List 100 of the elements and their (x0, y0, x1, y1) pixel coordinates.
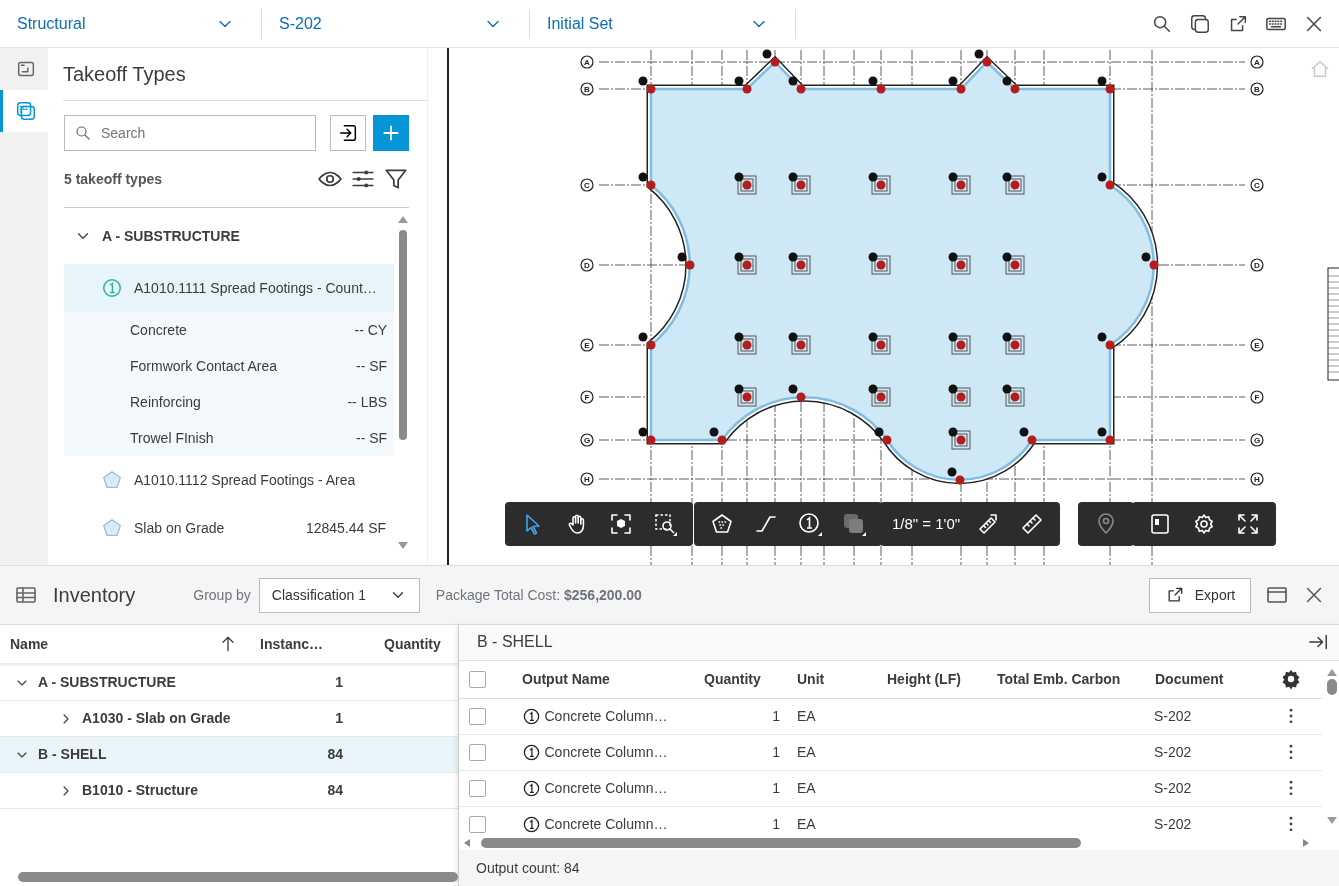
scroll-right-icon[interactable] (1302, 837, 1310, 848)
scroll-up-icon[interactable] (397, 214, 410, 224)
column-marker (788, 252, 811, 275)
scroll-thumb[interactable] (18, 872, 458, 882)
measurement-row[interactable]: Formwork Contact Area -- SF (64, 348, 395, 384)
takeoff-tab[interactable] (0, 90, 48, 132)
column-header[interactable]: Unit (786, 668, 876, 690)
checkbox[interactable] (469, 779, 486, 797)
zoom-area-icon[interactable] (653, 512, 677, 536)
layers-icon (14, 100, 37, 122)
grid-label: D (1250, 258, 1264, 272)
column-header[interactable]: Name (0, 633, 250, 655)
column-marker (734, 252, 757, 275)
boundary-marker (1002, 76, 1020, 94)
column-header[interactable]: Instanc… (250, 633, 350, 655)
add-button[interactable] (373, 115, 409, 151)
polygon-icon[interactable] (710, 512, 734, 536)
boundary-marker (638, 76, 656, 94)
layers-icon[interactable] (842, 512, 866, 536)
inventory-row[interactable]: B - SHELL 84 (0, 737, 458, 773)
scroll-thumb[interactable] (399, 230, 407, 440)
settings-icon[interactable] (1280, 668, 1302, 691)
scroll-thumb[interactable] (481, 837, 1081, 848)
group-by-select[interactable]: Classification 1 (258, 577, 420, 613)
column-marker (1002, 384, 1025, 407)
column-header[interactable]: Quantity (691, 668, 786, 690)
import-icon (337, 122, 359, 144)
grid-label: B (1250, 82, 1264, 96)
view-dropdown[interactable]: Structural (0, 8, 262, 39)
takeoff-item[interactable]: A1010.1111 Spread Footings - Count… (64, 264, 395, 312)
table-cell: 1 (772, 743, 780, 760)
column-marker (868, 384, 891, 407)
boundary-marker (1097, 172, 1115, 190)
scale-label[interactable]: 1/8" = 1'0" (886, 512, 967, 536)
column-marker (948, 384, 971, 407)
column-marker (1002, 172, 1025, 195)
search-field[interactable]: Search (64, 115, 316, 151)
boundary-marker (638, 172, 656, 190)
ruler-icon[interactable] (1020, 512, 1045, 536)
table-cell: S-202 (1154, 707, 1192, 724)
grid-label: B (580, 82, 594, 96)
column-marker (868, 172, 891, 195)
column-marker (788, 172, 811, 195)
takeoff-item[interactable]: A1010.1112 Spread Footings - Area (64, 456, 395, 504)
boundary-marker (677, 252, 695, 270)
view-dropdown[interactable]: Initial Set (530, 8, 796, 39)
boundary-marker (1141, 252, 1159, 270)
boundary-marker (1097, 76, 1115, 94)
view-dropdown[interactable]: S-202 (262, 8, 530, 39)
measurement-row[interactable]: Trowel FInish -- SF (64, 420, 395, 456)
scroll-thumb[interactable] (1327, 678, 1337, 695)
table-cell-text: Concrete Column… (544, 778, 668, 798)
takeoff-item[interactable]: Slab on Grade 12845.44 SF (64, 504, 395, 552)
column-header[interactable]: Document (1144, 668, 1271, 690)
column-marker (734, 384, 757, 407)
count-icon (522, 742, 541, 762)
table-cell: S-202 (1154, 779, 1192, 796)
import-button[interactable] (330, 115, 366, 151)
grid-label: F (1250, 390, 1264, 404)
scroll-down-icon[interactable] (397, 541, 410, 551)
boundary-marker (638, 427, 656, 445)
grid-label: E (1250, 338, 1264, 352)
minimap-icon[interactable] (1148, 512, 1172, 536)
checkbox[interactable] (469, 815, 486, 833)
inventory-row[interactable]: A - SUBSTRUCTURE 1 (0, 665, 458, 701)
panel-title: Takeoff Types (63, 62, 186, 87)
column-header[interactable]: Quantity (350, 633, 458, 655)
column-marker (734, 172, 757, 195)
table-cell: EA (797, 707, 816, 724)
grid-label: D (580, 258, 594, 272)
boundary-marker (974, 49, 992, 67)
count-icon[interactable] (798, 512, 822, 536)
inventory-row[interactable]: B1010 - Structure 84 (0, 773, 458, 809)
count-icon (522, 706, 541, 726)
measurement-row[interactable]: Concrete -- CY (64, 312, 395, 348)
group-row[interactable]: A - SUBSTRUCTURE (64, 208, 395, 264)
boundary-marker (1097, 332, 1115, 350)
table-cell: S-202 (1154, 815, 1192, 832)
export-button[interactable]: Export (1149, 577, 1251, 613)
column-marker (948, 172, 971, 195)
grid-label: C (580, 178, 594, 192)
fit-view-icon[interactable] (609, 512, 633, 536)
table-cell-text: Concrete Column… (544, 742, 668, 762)
grid-label: H (580, 472, 594, 486)
table-cell: EA (797, 779, 816, 796)
column-marker (788, 332, 811, 355)
checkbox[interactable] (469, 670, 486, 688)
count-icon (101, 277, 123, 299)
column-header[interactable]: Total Emb. Carbon (986, 668, 1144, 690)
views-icon[interactable] (1189, 12, 1211, 35)
column-header[interactable]: Output Name (511, 668, 691, 690)
scroll-left-icon[interactable] (463, 837, 471, 848)
checkbox[interactable] (469, 743, 486, 761)
checkbox[interactable] (469, 707, 486, 725)
column-header[interactable]: Height (LF) (876, 668, 986, 690)
table-cell: 1 (772, 779, 780, 796)
panel-title: B - SHELL (477, 632, 553, 653)
measurement-row[interactable]: Reinforcing -- LBS (64, 384, 395, 420)
settings-icon[interactable] (1192, 512, 1216, 536)
fullscreen-icon[interactable] (1236, 512, 1260, 536)
